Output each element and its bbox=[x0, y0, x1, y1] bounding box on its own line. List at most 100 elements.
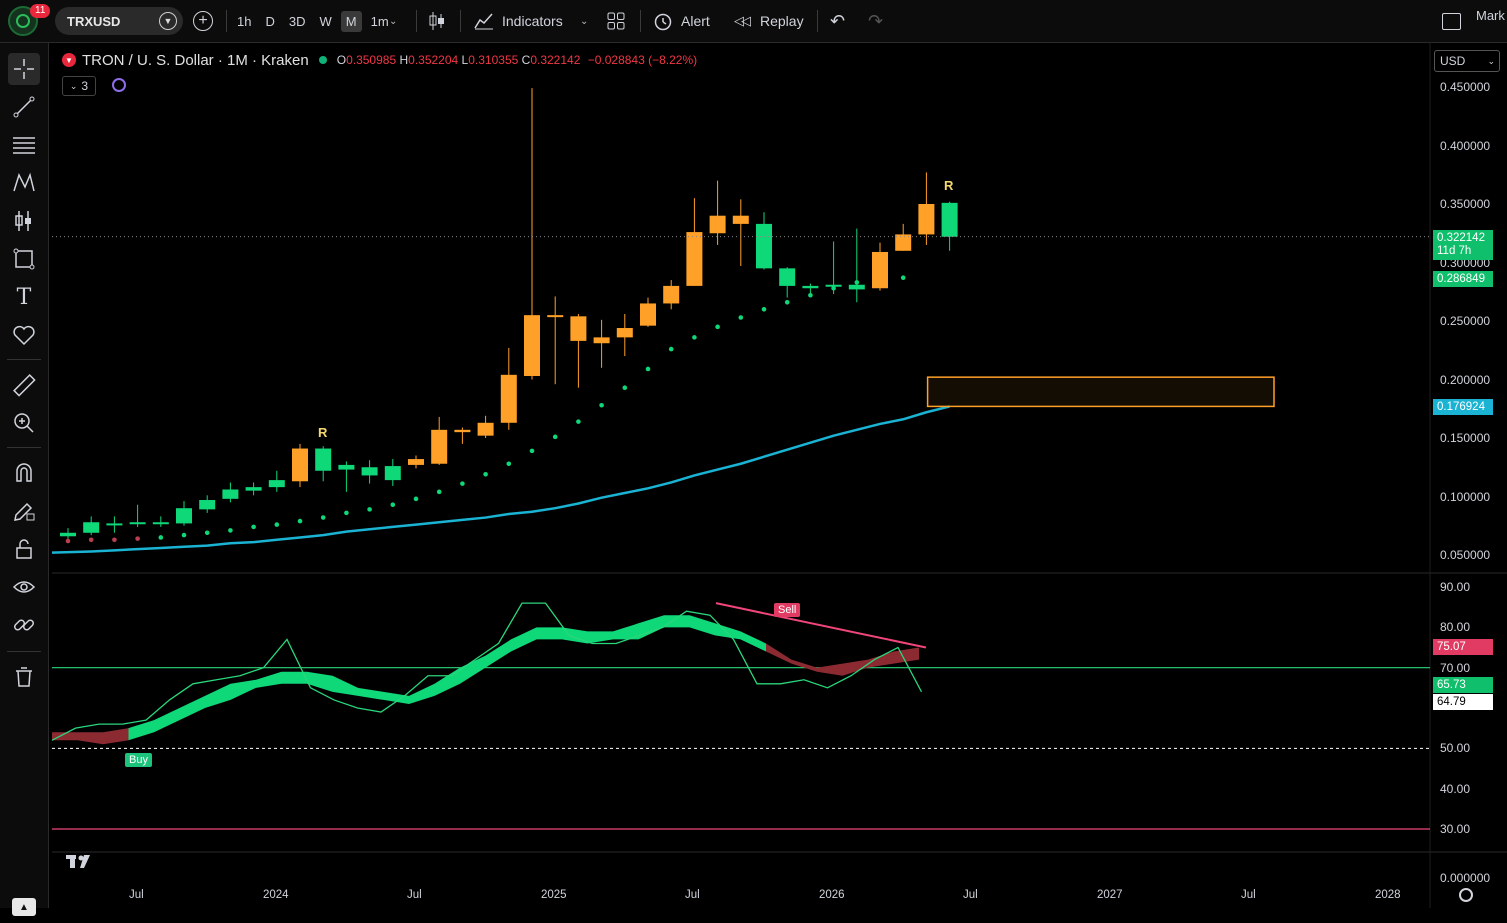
scroll-up-button[interactable]: ▲ bbox=[8, 891, 40, 923]
interval-M[interactable]: M bbox=[340, 10, 362, 32]
interval-group: 1h D 3D W M 1m bbox=[232, 0, 398, 42]
pattern-tool[interactable] bbox=[8, 167, 40, 199]
oscillator-band-segment bbox=[230, 679, 256, 700]
sar-dot bbox=[436, 489, 442, 495]
compare-symbol-button[interactable]: + bbox=[193, 0, 213, 42]
oscillator-band-segment bbox=[409, 683, 435, 704]
zoom-in-icon bbox=[14, 413, 34, 433]
oscillator-band-segment bbox=[817, 663, 843, 676]
candle bbox=[686, 198, 703, 286]
oscillator-band-segment bbox=[332, 675, 358, 696]
favorites-tool[interactable] bbox=[8, 319, 40, 351]
chevron-down-icon: ⌄ bbox=[1487, 55, 1495, 66]
sar-dot bbox=[251, 524, 256, 530]
remove-drawings-tool[interactable] bbox=[8, 661, 40, 693]
gear-icon bbox=[1459, 888, 1473, 902]
price-tick-label: 0.450000 bbox=[1440, 80, 1491, 94]
candle bbox=[663, 280, 680, 310]
candle-body bbox=[83, 522, 100, 533]
candle-body bbox=[152, 522, 169, 525]
trend-line-tool[interactable] bbox=[8, 91, 40, 123]
symbol-title[interactable]: TRON / U. S. Dollar · 1M · Kraken bbox=[82, 52, 309, 69]
oscillator-band-segment bbox=[715, 623, 741, 640]
sar-dot bbox=[715, 324, 720, 330]
stay-in-drawing-tool[interactable] bbox=[8, 495, 40, 527]
interval-dropdown-button[interactable]: ⌄ bbox=[389, 0, 397, 42]
candle bbox=[106, 516, 123, 533]
indicators-dropdown-button[interactable]: ⌄ bbox=[580, 0, 588, 42]
replay-button[interactable]: ◁◁ Replay bbox=[734, 0, 804, 42]
interval-W[interactable]: W bbox=[314, 11, 336, 32]
undo-icon: ↶ bbox=[830, 10, 846, 31]
indicators-button[interactable]: Indicators bbox=[474, 0, 563, 42]
candle bbox=[60, 528, 76, 539]
candle-body bbox=[477, 422, 494, 436]
mark-label[interactable]: Mark bbox=[1476, 0, 1505, 36]
candle bbox=[802, 283, 819, 296]
sar-dot bbox=[808, 292, 813, 298]
candle-body bbox=[802, 285, 819, 289]
candle-body bbox=[315, 448, 332, 471]
candle bbox=[709, 180, 726, 245]
crosshair-icon bbox=[14, 59, 34, 79]
ma-price-tag: 0.176924 bbox=[1433, 399, 1493, 415]
avatar[interactable]: 11 bbox=[8, 0, 51, 42]
text-tool[interactable]: T bbox=[8, 281, 40, 313]
candle bbox=[732, 199, 749, 267]
candle-body bbox=[129, 522, 146, 525]
candle-body bbox=[593, 337, 610, 344]
candle-body bbox=[825, 284, 842, 287]
osc-tick-label: 50.00 bbox=[1440, 741, 1471, 756]
shape-tool[interactable] bbox=[8, 243, 40, 275]
crosshair-tool[interactable] bbox=[8, 53, 40, 85]
fullscreen-button[interactable] bbox=[1442, 0, 1461, 42]
currency-select[interactable]: USD ⌄ bbox=[1434, 50, 1500, 72]
sar-dot bbox=[88, 537, 94, 543]
sell-signal-label: Sell bbox=[774, 603, 801, 617]
sar-dot bbox=[228, 528, 233, 533]
oscillator-band-segment bbox=[103, 728, 129, 745]
candle bbox=[315, 446, 332, 482]
hide-drawings-tool[interactable] bbox=[8, 571, 40, 603]
forecast-tool[interactable] bbox=[8, 205, 40, 237]
sar-dot bbox=[552, 434, 558, 440]
magnet-tool[interactable] bbox=[8, 457, 40, 489]
candle bbox=[245, 482, 262, 496]
oscillator-line bbox=[51, 602, 923, 741]
interval-1h[interactable]: 1h bbox=[232, 11, 256, 32]
candle bbox=[222, 482, 239, 503]
moving-average-line bbox=[51, 405, 950, 554]
grid-layout-icon bbox=[607, 12, 625, 30]
sar-dot bbox=[297, 518, 303, 524]
symbol-dropdown-icon[interactable]: ▼ bbox=[159, 12, 177, 30]
indicators-toggle[interactable]: ⌄ 3 bbox=[62, 76, 96, 96]
lock-drawings-tool[interactable] bbox=[8, 533, 40, 565]
horizontal-lines-icon bbox=[13, 137, 35, 154]
oscillator-band-segment bbox=[77, 732, 103, 745]
candle-body bbox=[570, 316, 587, 341]
alert-button[interactable]: Alert bbox=[653, 0, 710, 42]
candle-body bbox=[176, 508, 192, 524]
measure-tool[interactable] bbox=[8, 369, 40, 401]
sar-dot bbox=[460, 481, 465, 486]
oscillator-band-segment bbox=[256, 671, 282, 688]
market-status-icon bbox=[318, 56, 327, 64]
interval-D[interactable]: D bbox=[260, 11, 279, 32]
undo-button[interactable]: ↶ bbox=[830, 0, 845, 42]
sar-dot bbox=[320, 515, 326, 520]
chart-legend: ▼ TRON / U. S. Dollar · 1M · Kraken O0.3… bbox=[62, 50, 697, 70]
indicators-label: Indicators bbox=[502, 13, 563, 29]
fib-tool[interactable] bbox=[8, 129, 40, 161]
zoom-tool[interactable] bbox=[8, 407, 40, 439]
layout-button[interactable] bbox=[607, 0, 625, 42]
sar-dot bbox=[181, 532, 187, 538]
price-chart[interactable] bbox=[0, 0, 1507, 908]
settings-button[interactable] bbox=[1459, 888, 1477, 906]
sync-drawings-tool[interactable] bbox=[8, 609, 40, 641]
chart-type-button[interactable] bbox=[428, 0, 446, 42]
symbol-search[interactable]: TRXUSD ▼ bbox=[55, 0, 183, 42]
interval-3D[interactable]: 3D bbox=[284, 11, 311, 32]
redo-button[interactable]: ↷ bbox=[868, 0, 883, 42]
oscillator-band-segment bbox=[638, 615, 664, 640]
sar-dot bbox=[622, 385, 628, 390]
